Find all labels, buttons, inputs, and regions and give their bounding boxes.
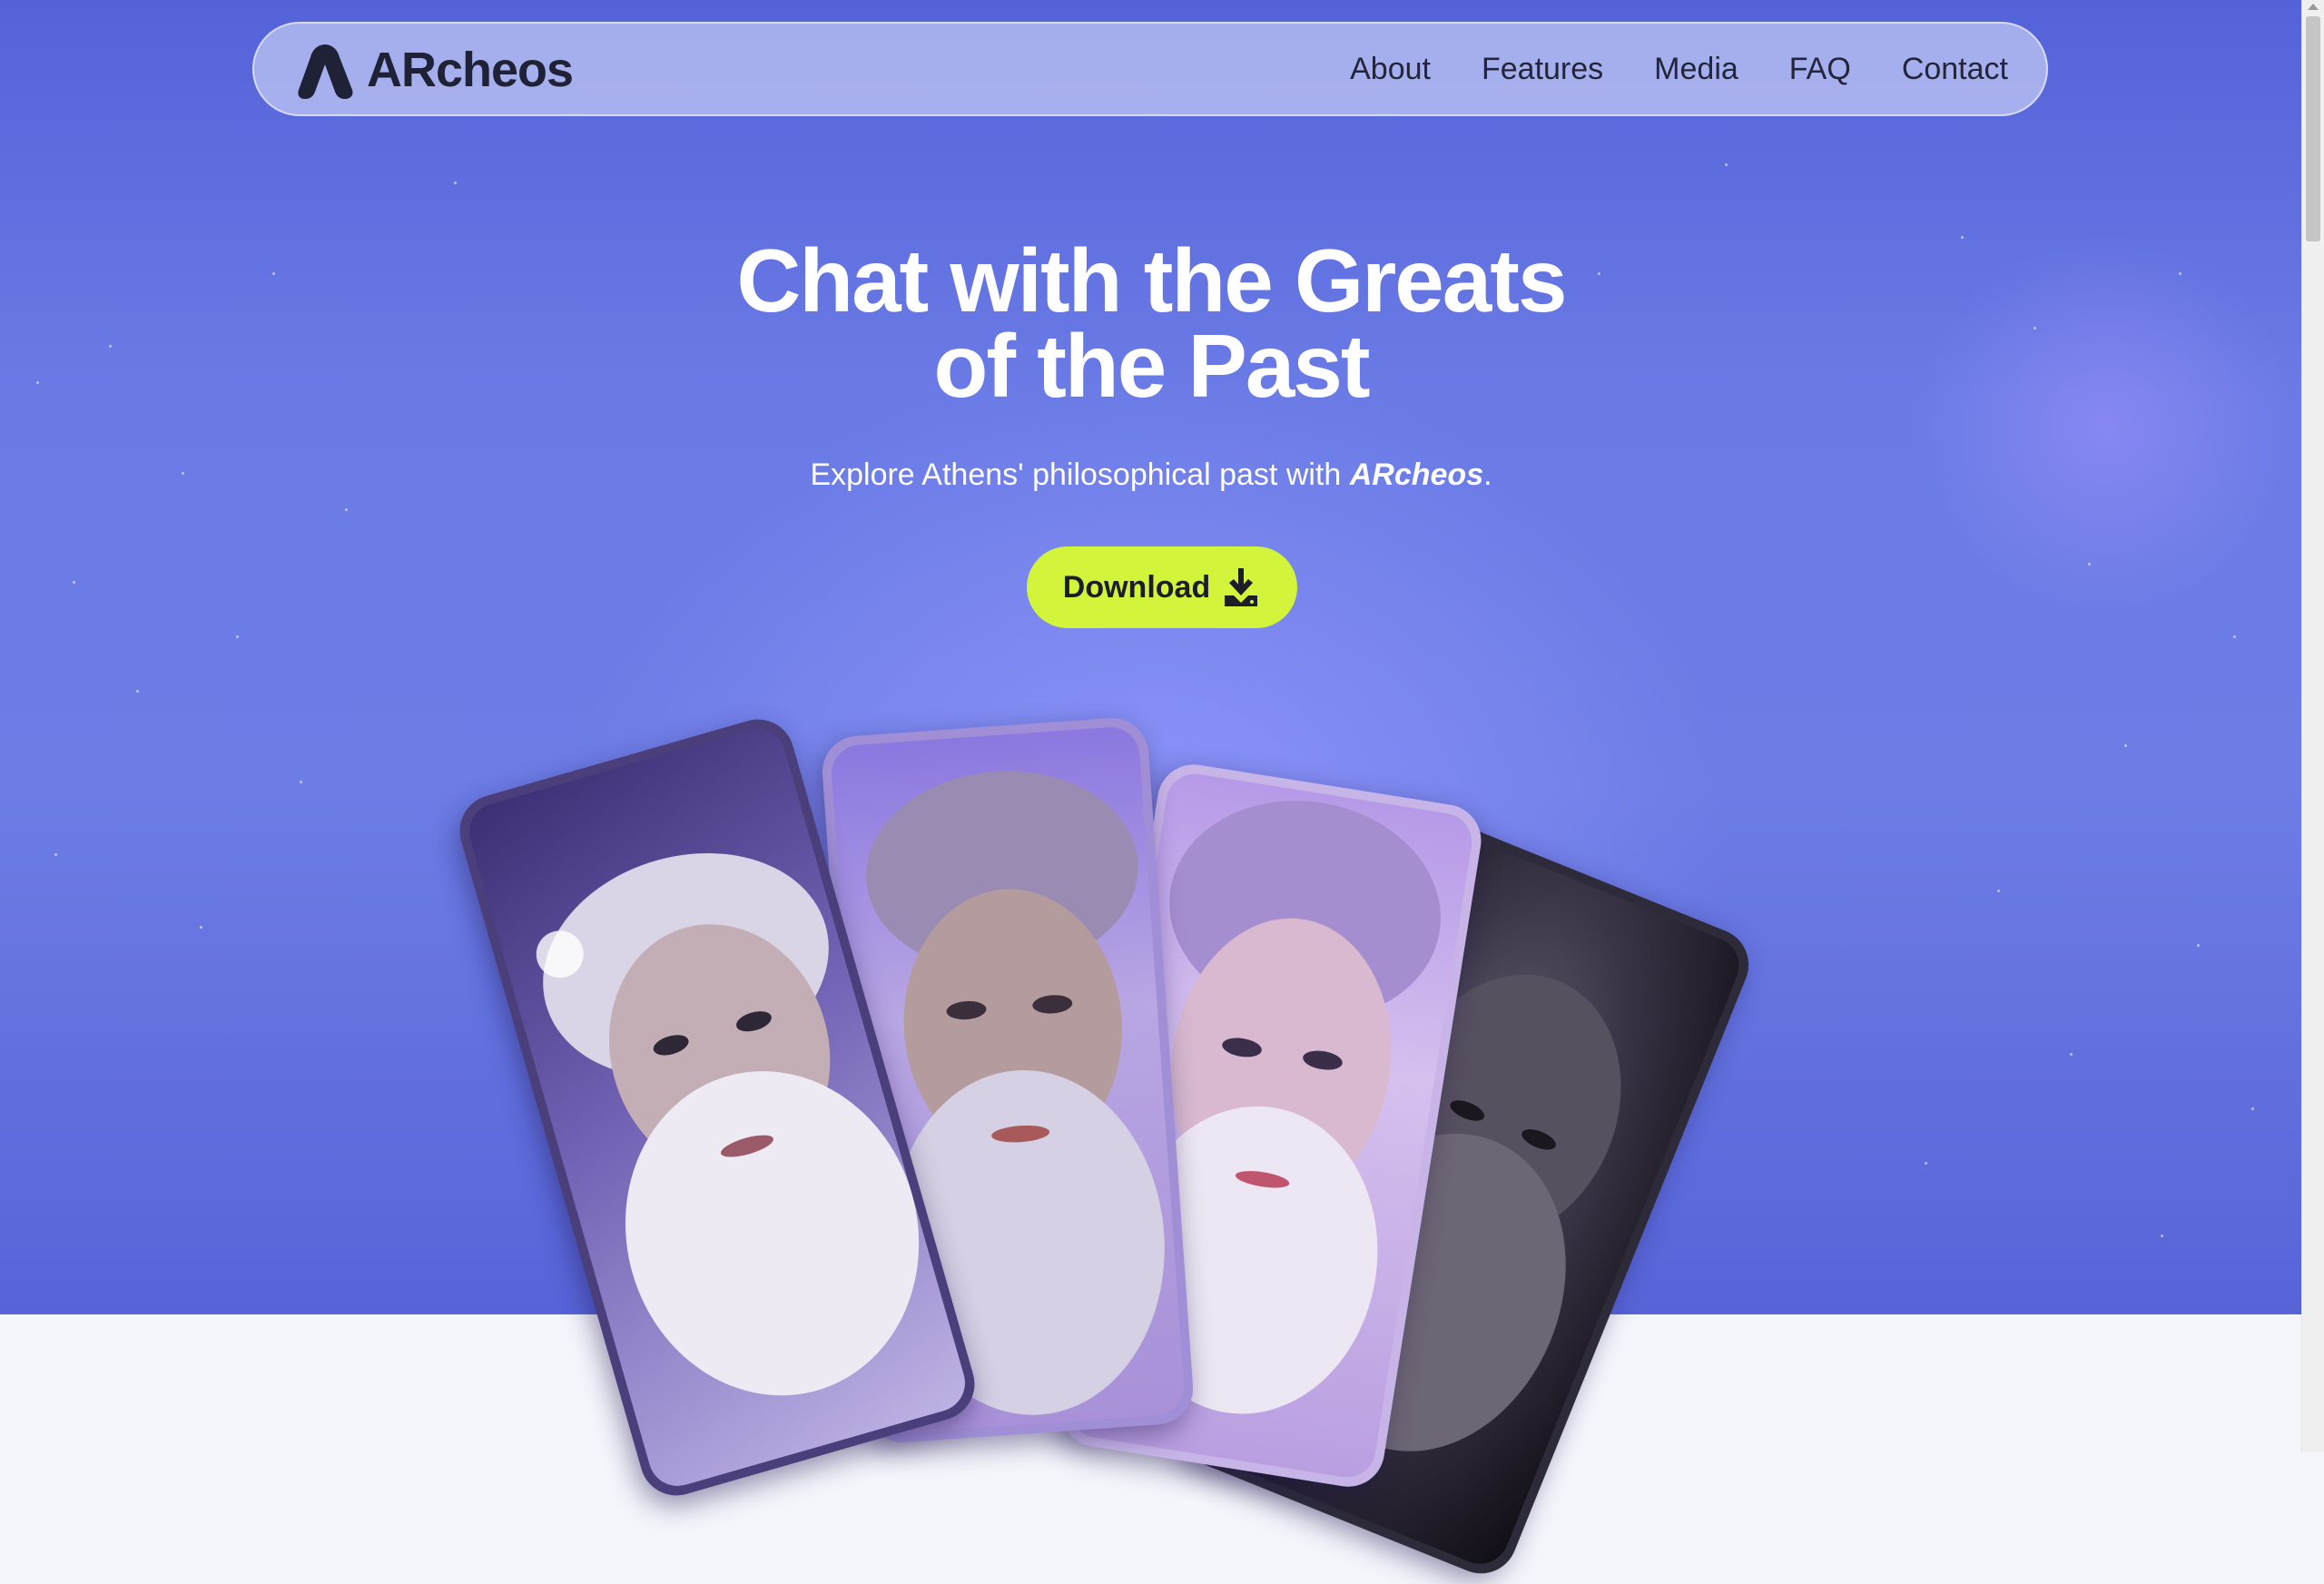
subtitle-brand: ARcheos — [1349, 457, 1484, 492]
top-navbar: ARcheos About Features Media FAQ Contact — [252, 22, 2048, 116]
nav-links: About Features Media FAQ Contact — [1350, 24, 2008, 114]
download-button[interactable]: Download — [1027, 546, 1297, 628]
subtitle-prefix: Explore Athens' philosophical past with — [810, 457, 1350, 492]
hero-subtitle: Explore Athens' philosophical past with … — [617, 457, 1685, 493]
nav-link-faq[interactable]: FAQ — [1789, 52, 1851, 87]
nav-link-features[interactable]: Features — [1482, 52, 1603, 87]
subtitle-suffix: . — [1483, 457, 1492, 492]
brand-logo[interactable]: ARcheos — [298, 40, 574, 100]
archeos-logo-icon — [298, 44, 353, 99]
scroll-up-arrow-icon[interactable] — [2308, 4, 2319, 10]
phones-showcase — [451, 690, 1870, 1584]
brand-name: ARcheos — [367, 43, 574, 97]
headline-line-2: of the Past — [933, 316, 1371, 416]
scroll-thumb[interactable] — [2306, 16, 2320, 241]
nav-link-contact[interactable]: Contact — [1902, 52, 2008, 87]
nav-link-about[interactable]: About — [1350, 52, 1431, 87]
download-label: Download — [1062, 569, 1211, 605]
page-scrollbar[interactable] — [2301, 0, 2324, 1452]
download-icon — [1225, 568, 1258, 606]
hero-headline: Chat with the Greats of the Past — [617, 236, 1685, 410]
nav-link-media[interactable]: Media — [1654, 52, 1738, 87]
